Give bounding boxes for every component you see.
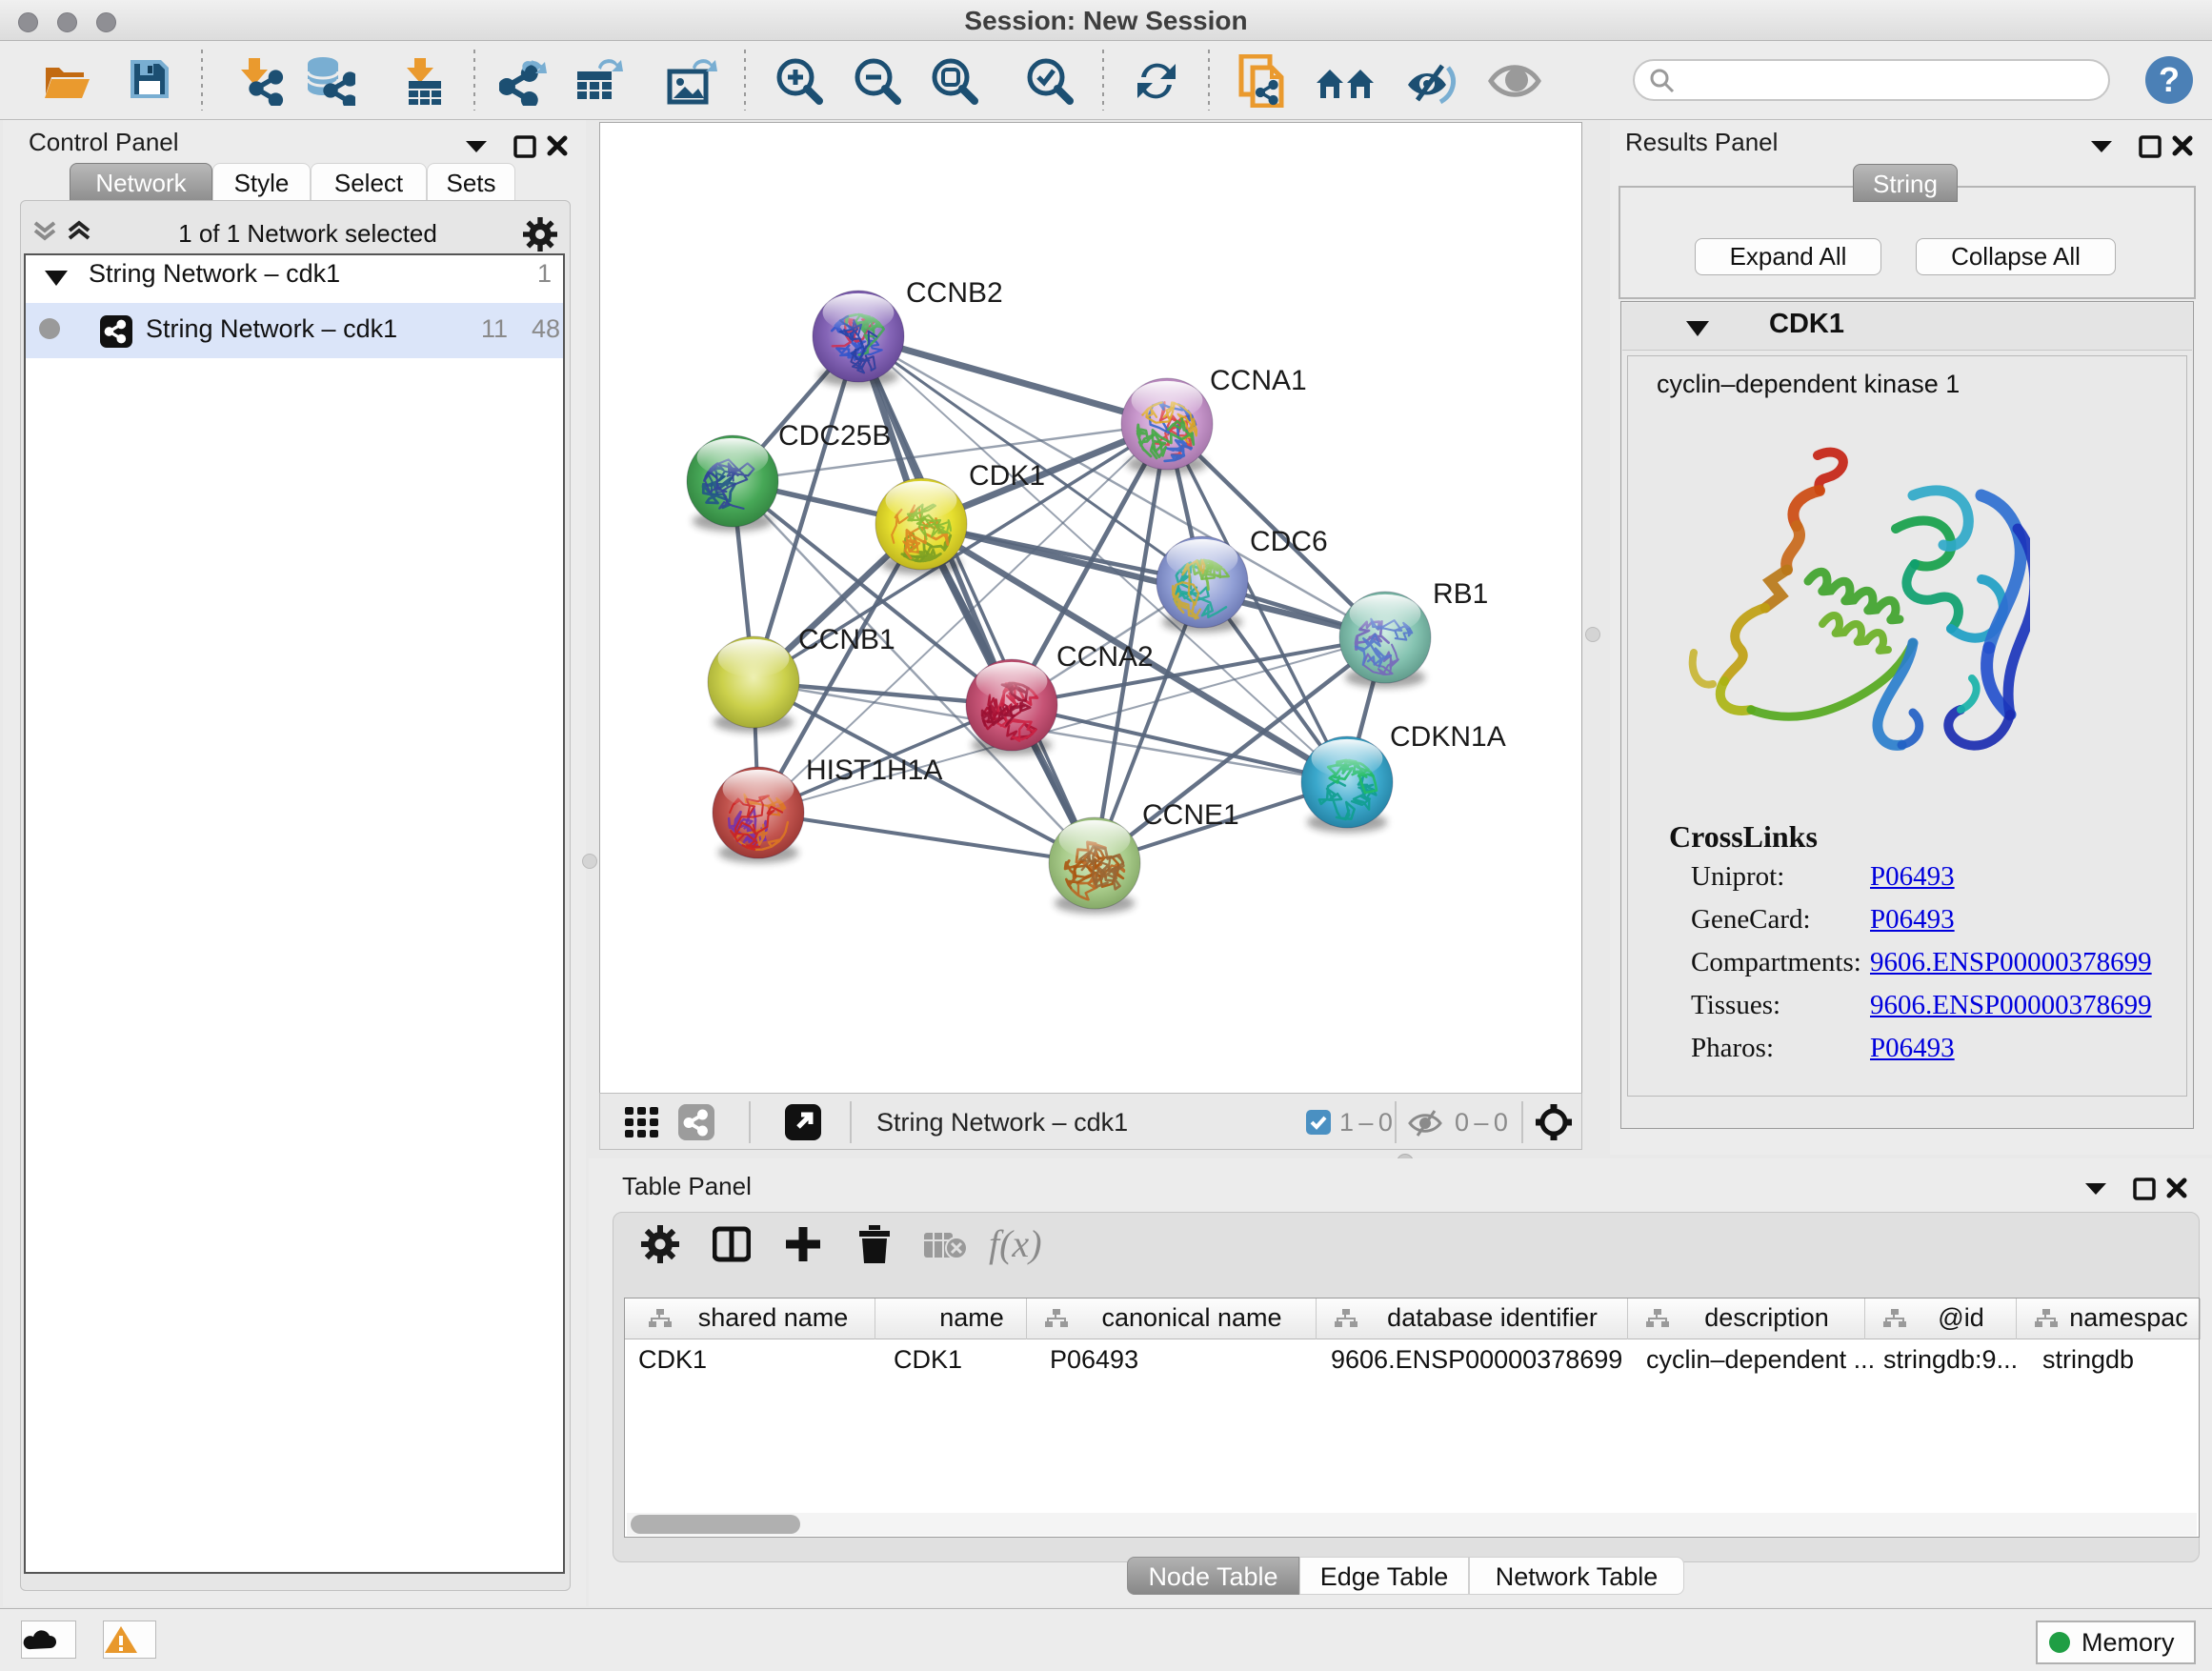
svg-text:CDKN1A: CDKN1A [1390,721,1506,753]
svg-text:CCNB1: CCNB1 [798,624,895,655]
svg-text:CDK1: CDK1 [969,460,1045,492]
svg-text:CCNA1: CCNA1 [1210,365,1307,396]
svg-text:RB1: RB1 [1433,578,1488,610]
svg-text:CCNB2: CCNB2 [906,277,1003,309]
svg-text:CCNE1: CCNE1 [1142,799,1239,831]
svg-text:CDC6: CDC6 [1250,526,1328,557]
svg-text:CCNA2: CCNA2 [1056,641,1154,673]
svg-text:HIST1H1A: HIST1H1A [806,755,942,786]
svg-text:CDC25B: CDC25B [778,420,891,452]
